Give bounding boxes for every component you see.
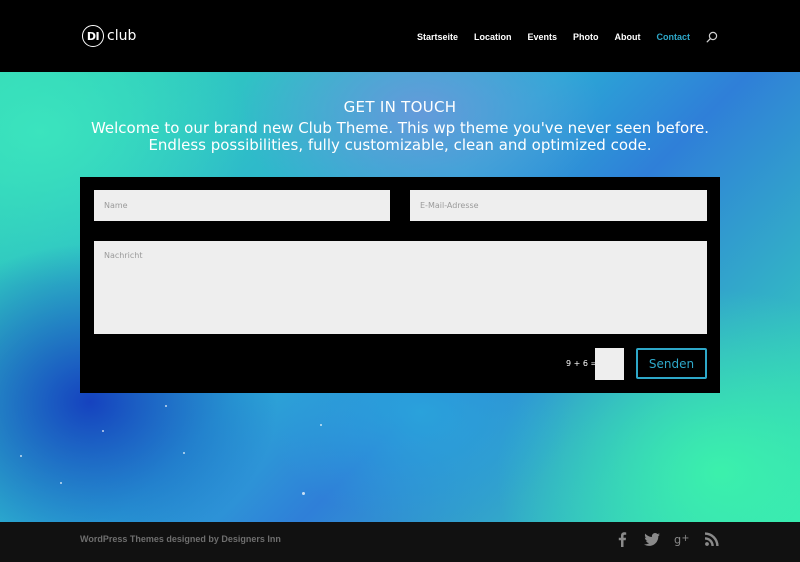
nav-item-location[interactable]: Location [474, 32, 512, 42]
star-decoration [60, 482, 62, 484]
rss-icon[interactable] [704, 531, 720, 547]
name-input[interactable] [94, 190, 390, 221]
contact-form: 9 + 6 = Senden [80, 177, 720, 393]
email-input[interactable] [410, 190, 707, 221]
captcha-input[interactable] [595, 348, 624, 380]
nav-item-photo[interactable]: Photo [573, 32, 599, 42]
twitter-icon[interactable] [644, 531, 660, 547]
nav-item-events[interactable]: Events [527, 32, 557, 42]
hero-section: GET IN TOUCH Welcome to our brand new Cl… [0, 72, 800, 522]
star-decoration [302, 492, 305, 495]
star-decoration [320, 424, 322, 426]
facebook-icon[interactable] [614, 531, 630, 547]
svg-text:g: g [674, 533, 681, 545]
nav-item-contact[interactable]: Contact [657, 32, 691, 42]
main-nav: Startseite Location Events Photo About C… [401, 29, 718, 45]
google-plus-icon[interactable]: g + [674, 531, 690, 547]
site-footer: WordPress Themes designed by Designers I… [0, 522, 800, 562]
site-logo[interactable]: DI club [82, 25, 136, 47]
star-decoration [20, 455, 22, 457]
footer-credit: WordPress Themes designed by Designers I… [80, 534, 281, 544]
logo-text: club [107, 28, 137, 44]
site-header: DI club Startseite Location Events Photo… [0, 0, 800, 72]
svg-text:+: + [682, 533, 690, 544]
star-decoration [102, 430, 104, 432]
nav-item-startseite[interactable]: Startseite [417, 32, 458, 42]
captcha-label: 9 + 6 = [566, 359, 598, 368]
social-links: g + [600, 531, 720, 547]
star-decoration [183, 452, 185, 454]
logo-badge: DI [82, 25, 104, 47]
submit-button[interactable]: Senden [636, 348, 707, 379]
page-title: GET IN TOUCH [343, 98, 457, 116]
message-textarea[interactable] [94, 241, 707, 334]
nav-item-about[interactable]: About [615, 32, 641, 42]
star-decoration [165, 405, 167, 407]
search-icon[interactable] [706, 31, 718, 43]
page-subtitle: Welcome to our brand new Club Theme. Thi… [90, 119, 710, 154]
